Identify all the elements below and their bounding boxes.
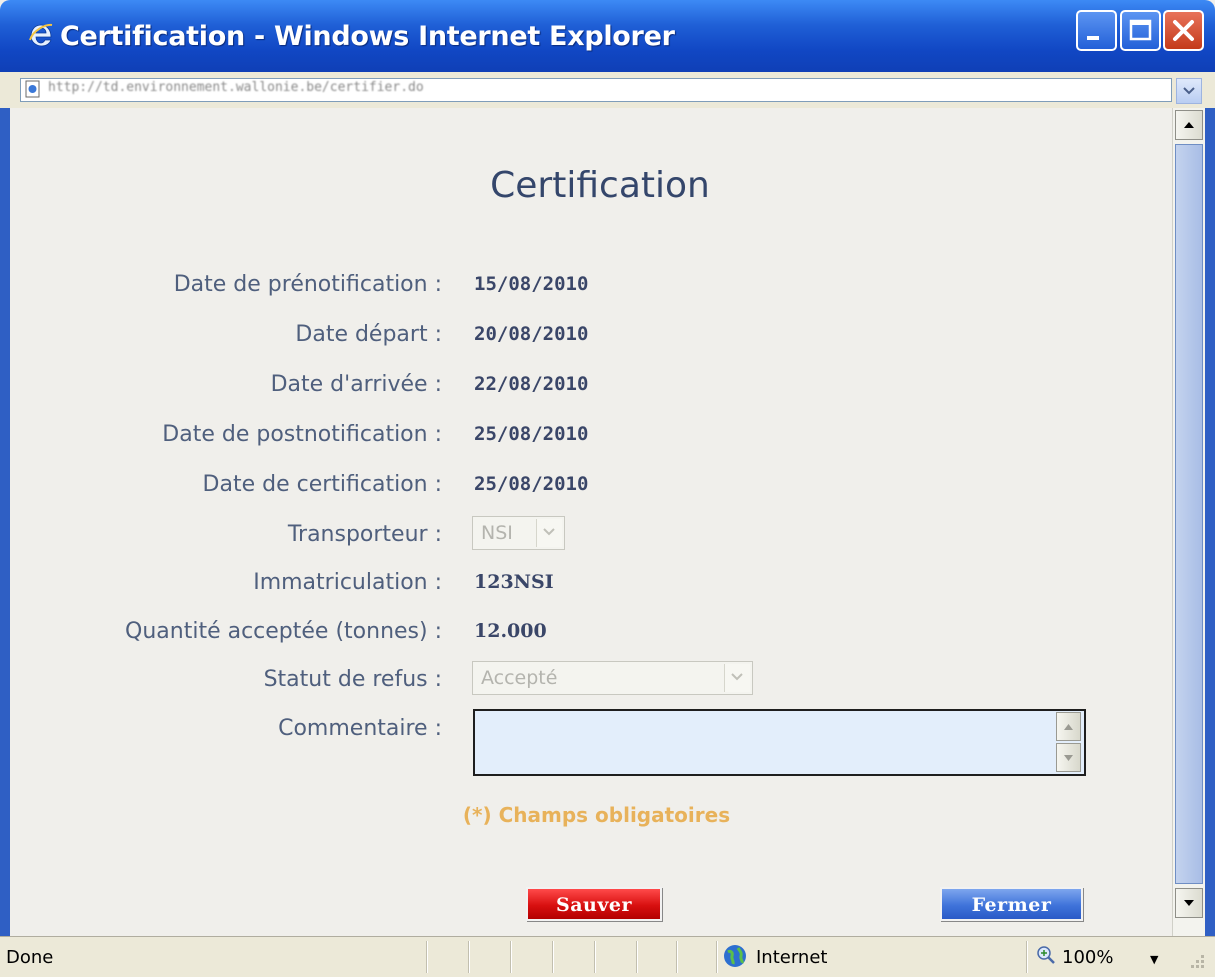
commentaire-label: Commentaire : [278,716,442,741]
textarea-scroll-up-button[interactable] [1056,712,1081,741]
field-row-arrivee: Date d'arrivée : 22/08/2010 [0,372,1172,402]
window-titlebar[interactable]: Certification - Windows Internet Explore… [0,0,1215,72]
field-row-certification: Date de certification : 25/08/2010 [0,472,1172,502]
statut-select[interactable]: Accepté [472,661,753,695]
window-frame-right [1205,108,1215,936]
address-text: http://td.environnement.wallonie.be/cert… [48,80,424,95]
arrow-down-icon [1064,755,1073,761]
field-row-depart: Date départ : 20/08/2010 [0,322,1172,352]
field-row-quantite: Quantité acceptée (tonnes) : 12.000 [0,619,1172,649]
status-divider [426,941,428,973]
quantite-label: Quantité acceptée (tonnes) : [125,619,442,644]
required-fields-note: (*) Champs obligatoires [462,803,731,827]
transporteur-label: Transporteur : [287,522,442,547]
zoom-level[interactable]: 100% [1062,947,1113,968]
field-row-immatriculation: Immatriculation : 123NSI [0,570,1172,600]
minimize-icon [1087,36,1099,40]
field-row-postnotification: Date de postnotification : 25/08/2010 [0,422,1172,452]
field-value: 25/08/2010 [474,473,589,495]
magnifier-icon [1037,946,1055,964]
field-label: Date de certification : [202,472,442,497]
security-zone-text: Internet [756,947,828,968]
close-window-button[interactable] [1163,10,1204,51]
status-divider [716,941,718,973]
immatriculation-label: Immatriculation : [253,570,442,595]
transporteur-select[interactable]: NSI [472,516,565,550]
textarea-scrollbar[interactable] [1056,712,1083,773]
status-divider [552,941,554,973]
status-bar: Done Internet 100% ▼ [0,936,1215,977]
chevron-down-icon [536,519,562,547]
arrow-up-icon [1064,724,1073,730]
field-row-transporteur: Transporteur : NSI [0,516,1172,552]
statut-value: Accepté [481,667,558,689]
field-value: 15/08/2010 [474,273,589,295]
field-label: Date de postnotification : [162,422,442,447]
field-value: 22/08/2010 [474,373,589,395]
scroll-up-button[interactable] [1175,110,1203,140]
quantite-value: 12.000 [474,620,547,642]
status-divider [468,941,470,973]
close-icon [1173,20,1194,41]
scroll-down-button[interactable] [1175,888,1203,918]
field-row-statut: Statut de refus : Accepté [0,661,1172,697]
save-button[interactable]: Sauver [526,887,662,921]
scroll-thumb[interactable] [1175,144,1203,884]
field-label: Date départ : [295,322,442,347]
chevron-down-icon [724,664,750,692]
immatriculation-value: 123NSI [474,571,554,593]
zoom-dropdown-icon[interactable]: ▼ [1150,953,1158,966]
status-text: Done [6,947,54,968]
field-label: Date d'arrivée : [270,372,442,397]
ie-logo-icon [29,23,53,47]
maximize-icon [1129,19,1152,41]
statut-label: Statut de refus : [263,667,442,692]
chevron-down-icon [1183,87,1195,95]
minimize-button[interactable] [1076,10,1117,51]
field-row-prenotification: Date de prénotification : 15/08/2010 [0,272,1172,302]
field-value: 20/08/2010 [474,323,589,345]
ie-page-icon [25,80,40,98]
status-divider [1026,941,1028,973]
status-divider [594,941,596,973]
arrow-down-icon [1184,900,1194,906]
field-label: Date de prénotification : [173,272,442,297]
status-divider [676,941,678,973]
status-divider [636,941,638,973]
commentaire-textarea[interactable] [473,709,1086,776]
field-value: 25/08/2010 [474,423,589,445]
window-title: Certification - Windows Internet Explore… [60,21,675,52]
address-dropdown-button[interactable] [1176,78,1202,104]
status-divider [510,941,512,973]
textarea-scroll-down-button[interactable] [1056,743,1081,772]
arrow-up-icon [1184,122,1194,128]
page-title: Certification [490,165,710,206]
maximize-button[interactable] [1120,10,1161,51]
transporteur-value: NSI [481,522,513,544]
close-button[interactable]: Fermer [940,887,1083,921]
resize-grip-icon[interactable] [1185,949,1207,971]
globe-icon [724,945,746,967]
